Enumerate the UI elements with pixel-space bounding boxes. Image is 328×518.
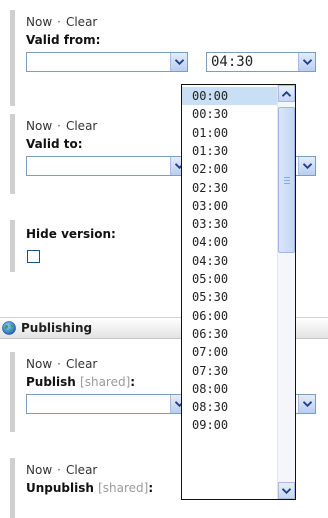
valid-from-content: Now · Clear Valid from: 04:30 [26,14,328,72]
separator-dot: · [57,463,61,477]
time-option[interactable]: 03:00 [182,197,278,215]
scroll-down-button[interactable] [278,482,295,499]
chevron-down-icon [174,59,184,65]
publish-date-input[interactable] [26,394,188,414]
time-option[interactable]: 02:00 [182,160,278,178]
valid-from-time-select[interactable]: 04:30 [206,52,316,72]
field-left-bar [10,220,15,272]
time-option[interactable]: 02:30 [182,179,278,197]
globe-icon [2,321,16,335]
valid-from-label: Valid from: [26,33,101,47]
time-option[interactable]: 06:00 [182,307,278,325]
dropdown-scrollbar[interactable] [277,85,295,499]
chevron-down-icon [302,401,312,407]
time-dropdown-list[interactable]: 09:00 08:30 08:00 07:30 07:00 06:30 06:00 05:30… [181,84,296,500]
field-left-bar [10,352,15,432]
time-option[interactable]: 08:00 [182,380,278,398]
time-option[interactable]: 04:30 [182,252,278,270]
scroll-thumb[interactable] [278,107,295,253]
chevron-down-icon [302,59,312,65]
valid-from-time-dropdown-button[interactable] [298,53,315,71]
unpublish-now-link[interactable]: Now [26,463,52,477]
time-option[interactable]: 01:00 [182,124,278,142]
time-option[interactable]: 05:30 [182,288,278,306]
unpublish-clear-link[interactable]: Clear [66,463,97,477]
publish-now-link[interactable]: Now [26,357,52,371]
publishing-section-title: Publishing [21,321,93,335]
unpublish-label-colon: : [148,481,154,495]
time-option[interactable]: 06:30 [182,325,278,343]
separator-dot: · [57,119,61,133]
publish-label-colon: : [130,375,136,389]
valid-from-links: Now · Clear [26,14,328,30]
valid-to-time-dropdown-button[interactable] [298,157,315,175]
time-option[interactable]: 03:30 [182,215,278,233]
field-left-bar [10,10,15,106]
valid-to-clear-link[interactable]: Clear [66,119,97,133]
valid-from-now-link[interactable]: Now [26,15,52,29]
time-option[interactable]: 07:00 [182,343,278,361]
separator-dot: · [57,15,61,29]
field-left-bar [10,114,15,194]
field-left-bar [10,458,15,518]
time-option[interactable]: 08:30 [182,398,278,416]
valid-from-clear-link[interactable]: Clear [66,15,97,29]
thumb-grip [284,180,290,181]
scroll-up-button[interactable] [278,85,295,102]
valid-from-date-dropdown-button[interactable] [170,53,187,71]
publish-clear-link[interactable]: Clear [66,357,97,371]
unpublish-label-text: Unpublish [26,481,94,495]
time-option[interactable]: 04:00 [182,233,278,251]
time-option[interactable]: 05:00 [182,270,278,288]
time-option[interactable]: 07:30 [182,362,278,380]
chevron-down-icon [302,163,312,169]
valid-to-now-link[interactable]: Now [26,119,52,133]
unpublish-shared-tag: [shared] [98,481,149,495]
chevron-down-icon [282,487,291,494]
publish-label-text: Publish [26,375,76,389]
valid-from-time-value: 04:30 [211,54,254,70]
hide-version-checkbox[interactable] [27,250,40,263]
publish-shared-tag: [shared] [80,375,131,389]
chevron-up-icon [282,90,291,97]
time-option[interactable]: 01:30 [182,142,278,160]
valid-to-date-input[interactable] [26,156,188,176]
time-option[interactable]: 09:00 [182,416,278,434]
thumb-grip [284,183,290,184]
time-option[interactable]: 00:30 [182,105,278,123]
valid-from-date-input[interactable] [26,52,188,72]
publish-time-dropdown-button[interactable] [298,395,315,413]
thumb-grip [284,177,290,178]
time-option[interactable]: 00:00 [182,87,278,105]
separator-dot: · [57,357,61,371]
